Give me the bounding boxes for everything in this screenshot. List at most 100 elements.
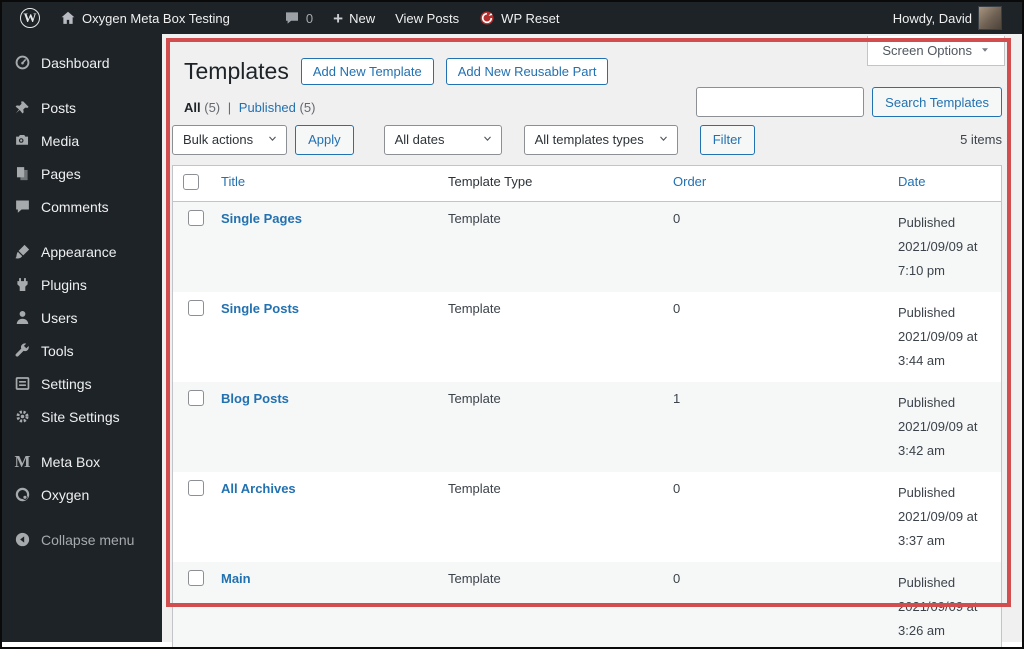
screen-options-tab[interactable]: Screen Options — [867, 36, 1005, 66]
template-type: Template — [448, 570, 501, 586]
sidebar-item-plugins[interactable]: Plugins — [2, 268, 162, 301]
sidebar-item-comments[interactable]: Comments — [2, 190, 162, 223]
template-order: 0 — [673, 210, 681, 226]
user-avatar — [978, 6, 1002, 30]
sidebar-label: Pages — [41, 165, 81, 182]
sidebar-item-site-settings[interactable]: Site Settings — [2, 400, 162, 433]
template-title-link[interactable]: Single Posts — [221, 301, 299, 316]
wp-reset-menu[interactable]: WP Reset — [471, 2, 567, 34]
pages-icon — [14, 165, 31, 182]
sidebar-label: Collapse menu — [41, 531, 135, 548]
template-date: Published 2021/09/09 at 3:37 am — [898, 484, 978, 548]
plug-icon — [14, 276, 31, 293]
wp-reset-label: WP Reset — [501, 10, 560, 26]
template-types-select[interactable]: All templates types — [523, 124, 678, 155]
template-date: Published 2021/09/09 at 7:10 pm — [898, 214, 978, 278]
sidebar-item-dashboard[interactable]: Dashboard — [2, 46, 162, 79]
paintbrush-icon — [14, 243, 31, 260]
plus-icon: + — [333, 8, 344, 28]
person-icon — [14, 309, 31, 326]
row-checkbox[interactable] — [188, 299, 204, 316]
sidebar-label: Plugins — [41, 276, 87, 293]
view-separator: | — [227, 99, 232, 115]
home-icon — [60, 10, 76, 26]
gear-icon — [14, 408, 31, 425]
chevron-down-icon — [980, 43, 990, 58]
sidebar-item-pages[interactable]: Pages — [2, 157, 162, 190]
filter-button[interactable]: Filter — [699, 124, 755, 155]
admin-bar: W Oxygen Meta Box Testing 0 + New View P… — [2, 2, 1022, 34]
camera-icon — [14, 132, 31, 149]
template-type: Template — [448, 480, 501, 496]
sidebar-item-users[interactable]: Users — [2, 301, 162, 334]
sidebar-label: Dashboard — [41, 54, 110, 71]
template-date: Published 2021/09/09 at 3:44 am — [898, 304, 978, 368]
account-menu[interactable]: Howdy, David — [885, 2, 1010, 34]
chevron-down-icon — [658, 132, 669, 147]
chevron-down-icon — [267, 132, 278, 147]
template-title-link[interactable]: Single Pages — [221, 211, 302, 226]
row-checkbox[interactable] — [188, 569, 204, 586]
sidebar-item-appearance[interactable]: Appearance — [2, 235, 162, 268]
site-name-link[interactable]: Oxygen Meta Box Testing — [52, 2, 238, 34]
sidebar-label: Posts — [41, 99, 77, 116]
site-name: Oxygen Meta Box Testing — [82, 10, 230, 26]
template-type: Template — [448, 300, 501, 316]
search-input[interactable] — [696, 87, 865, 117]
sidebar-label: Media — [41, 132, 80, 149]
add-new-reusable-part-button[interactable]: Add New Reusable Part — [445, 58, 609, 86]
search-box: Search Templates — [696, 87, 1002, 117]
comment-bubble-icon — [284, 10, 300, 26]
sidebar-label: Site Settings — [41, 408, 120, 425]
column-date-sort[interactable]: Date — [898, 174, 925, 189]
add-new-template-button[interactable]: Add New Template — [300, 58, 434, 86]
wrench-icon — [14, 342, 31, 359]
row-checkbox[interactable] — [188, 209, 204, 226]
sidebar-label: Settings — [41, 375, 92, 392]
sidebar-item-collapse-menu[interactable]: Collapse menu — [2, 523, 162, 556]
template-types-value: All templates types — [534, 132, 644, 148]
oxygen-logo-icon — [14, 486, 31, 503]
sidebar-item-settings[interactable]: Settings — [2, 367, 162, 400]
search-templates-button[interactable]: Search Templates — [872, 87, 1002, 117]
apply-button[interactable]: Apply — [295, 124, 354, 155]
template-title-link[interactable]: Blog Posts — [221, 391, 289, 406]
template-order: 0 — [673, 570, 681, 586]
table-row: Single Pages Template 0 Published 2021/09… — [173, 201, 1001, 292]
bulk-actions-value: Bulk actions — [183, 132, 254, 148]
collapse-arrow-icon — [14, 531, 31, 548]
sidebar-item-posts[interactable]: Posts — [2, 91, 162, 124]
sidebar-item-media[interactable]: Media — [2, 124, 162, 157]
table-row: All Archives Template 0 Published 2021/09… — [173, 472, 1001, 562]
wordpress-menu-button[interactable]: W — [12, 2, 48, 34]
sidebar-item-oxygen[interactable]: Oxygen — [2, 478, 162, 511]
row-checkbox[interactable] — [188, 389, 204, 406]
column-title-sort[interactable]: Title — [221, 174, 245, 189]
view-published-link[interactable]: Published (5) — [239, 100, 316, 115]
template-title-link[interactable]: All Archives — [221, 481, 296, 496]
new-content-button[interactable]: + New — [325, 2, 383, 34]
new-label: New — [349, 10, 376, 26]
sidebar-item-tools[interactable]: Tools — [2, 334, 162, 367]
sidebar-label: Tools — [41, 342, 74, 359]
bulk-actions-select[interactable]: Bulk actions — [172, 124, 288, 155]
comments-bubble-button[interactable]: 0 — [276, 2, 321, 34]
tablenav-top: Bulk actions Apply All dates All templat… — [172, 124, 1002, 155]
template-title-link[interactable]: Main — [221, 571, 251, 586]
view-posts-link[interactable]: View Posts — [387, 2, 467, 34]
sidebar-label: Oxygen — [41, 486, 90, 503]
column-order-sort[interactable]: Order — [673, 174, 706, 189]
view-all-link[interactable]: All (5) — [184, 100, 220, 115]
all-dates-value: All dates — [394, 132, 445, 148]
sidebar-item-meta-box[interactable]: M Meta Box — [2, 445, 162, 478]
select-all-checkbox[interactable] — [183, 173, 199, 190]
sidebar-label: Users — [41, 309, 78, 326]
templates-table: Title Template Type Order Date Single Pa… — [172, 164, 1002, 647]
all-dates-select[interactable]: All dates — [383, 124, 502, 155]
chevron-down-icon — [482, 132, 493, 147]
page-title: Templates — [184, 58, 289, 84]
row-checkbox[interactable] — [188, 479, 204, 496]
pushpin-icon — [14, 99, 31, 116]
wp-reset-icon — [479, 10, 495, 26]
admin-content: Screen Options Search Templates Template… — [162, 34, 1022, 647]
